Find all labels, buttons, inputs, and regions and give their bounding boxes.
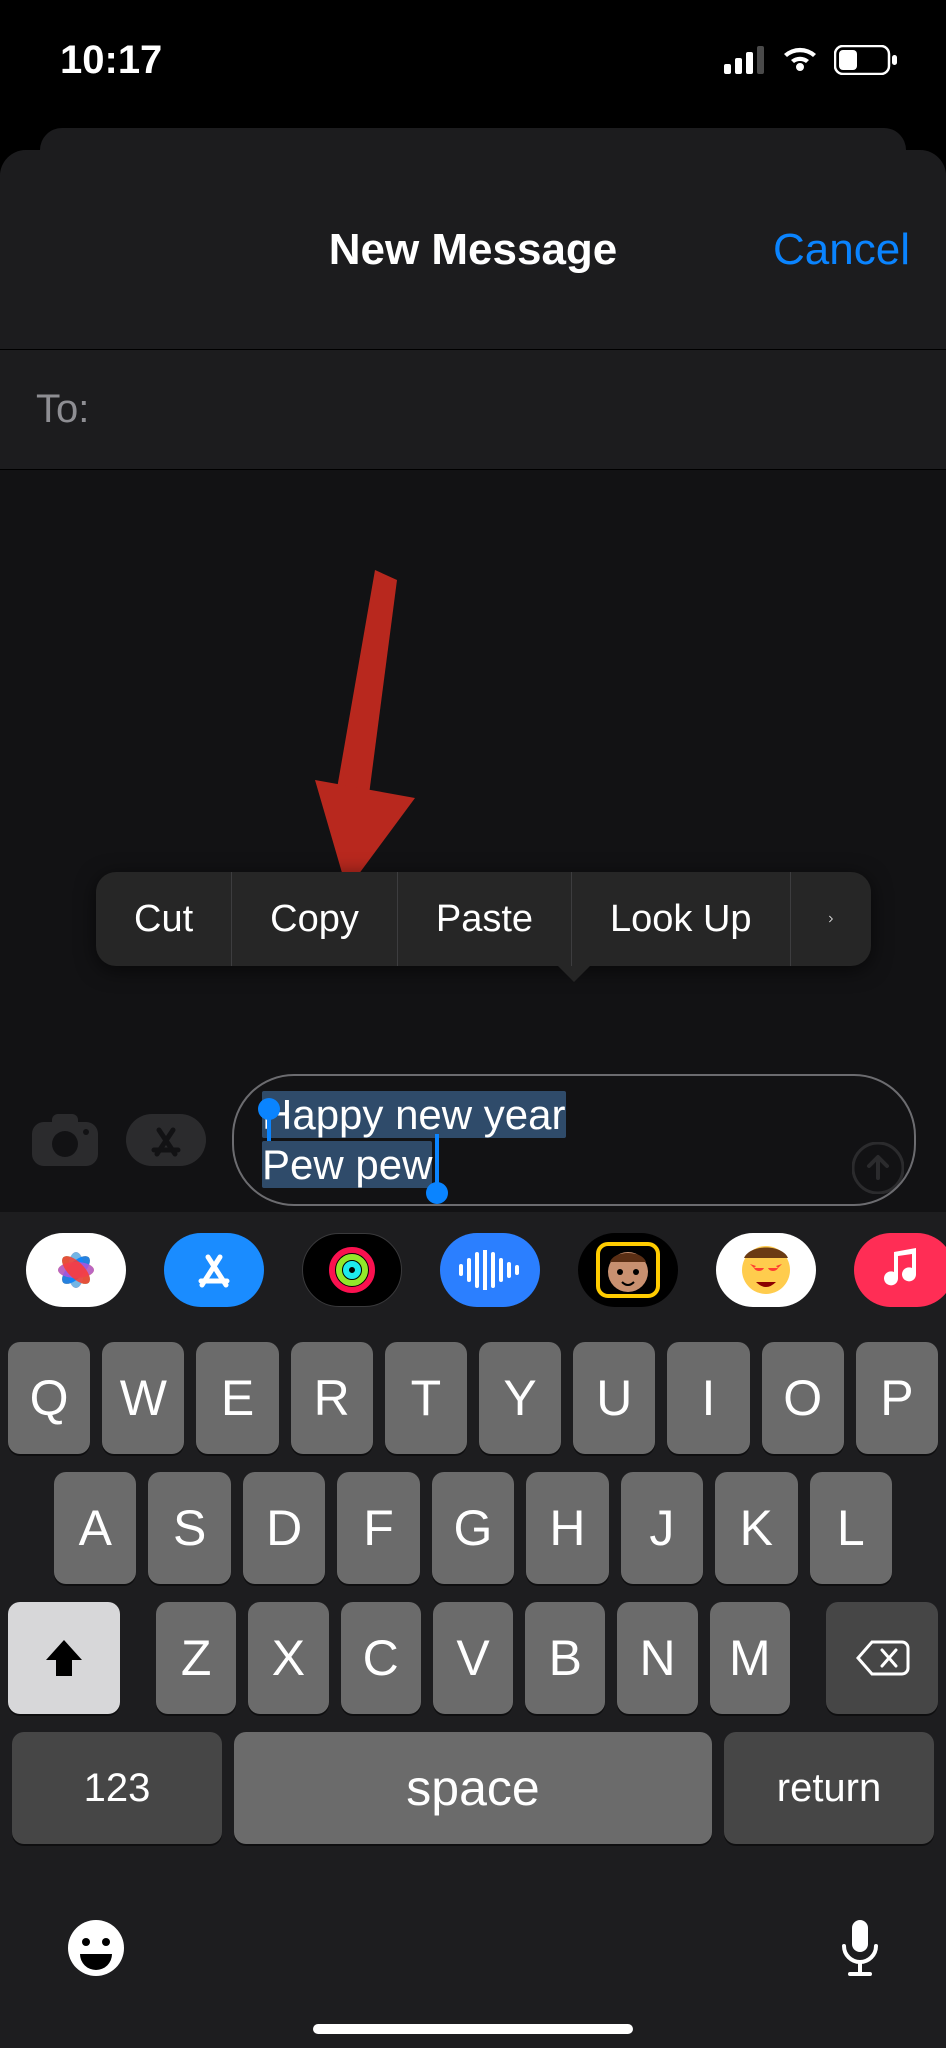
key-row-1: Q W E R T Y U I O P [8,1342,938,1454]
lookup-button[interactable]: Look Up [572,872,791,966]
waveform-icon [457,1250,523,1290]
battery-icon [834,45,898,75]
compose-row: Happy new year Pew pew [0,1068,946,1212]
keyboard-bottom-row [0,1878,946,2048]
to-label: To: [36,387,89,432]
key-b[interactable]: B [525,1602,605,1714]
dictation-button[interactable] [838,1916,882,1980]
shift-key[interactable] [8,1602,120,1714]
status-indicators [724,45,898,75]
shift-icon [42,1636,86,1680]
key-w[interactable]: W [102,1342,184,1454]
key-i[interactable]: I [667,1342,749,1454]
memoji-face-icon [592,1242,664,1298]
paste-button[interactable]: Paste [398,872,572,966]
key-y[interactable]: Y [479,1342,561,1454]
conversation-area: Cut Copy Paste Look Up Happy new year [0,470,946,1212]
animoji-face-icon [734,1242,798,1298]
cellular-icon [724,46,766,74]
selected-text-line2: Pew pew [262,1141,432,1188]
activity-rings-icon [328,1246,376,1294]
status-time: 10:17 [60,38,162,83]
camera-icon [30,1112,100,1168]
memoji-app[interactable] [578,1233,678,1307]
key-row-4: 123 space return [8,1732,938,1844]
space-key[interactable]: space [234,1732,712,1844]
arrow-up-icon [852,1142,904,1194]
chevron-right-icon [829,902,833,936]
status-bar: 10:17 [0,0,946,120]
music-app[interactable] [854,1233,946,1307]
animoji-app[interactable] [716,1233,816,1307]
return-key[interactable]: return [724,1732,934,1844]
selection-end-handle[interactable] [426,1182,448,1204]
imessage-app-strip[interactable] [0,1212,946,1328]
microphone-icon [838,1916,882,1980]
key-z[interactable]: Z [156,1602,236,1714]
home-indicator[interactable] [313,2024,633,2034]
key-d[interactable]: D [243,1472,325,1584]
audio-messages-app[interactable] [440,1233,540,1307]
more-actions-button[interactable] [791,872,871,966]
key-e[interactable]: E [196,1342,278,1454]
to-field[interactable]: To: [0,350,946,470]
cut-button[interactable]: Cut [96,872,232,966]
camera-button[interactable] [30,1112,100,1168]
wifi-icon [780,45,820,75]
appstore-icon [124,1112,208,1168]
music-note-icon [882,1248,926,1292]
key-v[interactable]: V [433,1602,513,1714]
photos-app[interactable] [26,1233,126,1307]
key-a[interactable]: A [54,1472,136,1584]
key-o[interactable]: O [762,1342,844,1454]
key-s[interactable]: S [148,1472,230,1584]
key-x[interactable]: X [248,1602,328,1714]
cancel-button[interactable]: Cancel [773,225,910,275]
key-f[interactable]: F [337,1472,419,1584]
backspace-icon [854,1638,910,1678]
photos-icon [52,1246,100,1294]
key-r[interactable]: R [291,1342,373,1454]
key-l[interactable]: L [810,1472,892,1584]
new-message-sheet: New Message Cancel To: Cut Copy Paste Lo… [0,150,946,2048]
key-g[interactable]: G [432,1472,514,1584]
apps-button[interactable] [124,1112,208,1168]
key-h[interactable]: H [526,1472,608,1584]
key-k[interactable]: K [715,1472,797,1584]
key-j[interactable]: J [621,1472,703,1584]
key-n[interactable]: N [617,1602,697,1714]
appstore-a-icon [189,1245,239,1295]
message-input[interactable]: Happy new year Pew pew [232,1074,916,1205]
send-button[interactable] [852,1142,904,1194]
numbers-key[interactable]: 123 [12,1732,222,1844]
appstore-app[interactable] [164,1233,264,1307]
key-c[interactable]: C [341,1602,421,1714]
key-t[interactable]: T [385,1342,467,1454]
activity-app[interactable] [302,1233,402,1307]
nav-bar: New Message Cancel [0,150,946,350]
copy-button[interactable]: Copy [232,872,398,966]
backspace-key[interactable] [826,1602,938,1714]
key-p[interactable]: P [856,1342,938,1454]
key-row-2: A S D F G H J K L [8,1472,938,1584]
selected-text-line1: Happy new year [262,1091,566,1138]
key-q[interactable]: Q [8,1342,90,1454]
key-m[interactable]: M [710,1602,790,1714]
keyboard: Q W E R T Y U I O P A S D F G H J K L [0,1328,946,2048]
annotation-arrow-icon [305,570,425,890]
emoji-button[interactable] [64,1916,128,1980]
emoji-icon [64,1916,128,1980]
text-edit-callout: Cut Copy Paste Look Up [96,872,871,966]
key-u[interactable]: U [573,1342,655,1454]
key-row-3: Z X C V B N M [8,1602,938,1714]
